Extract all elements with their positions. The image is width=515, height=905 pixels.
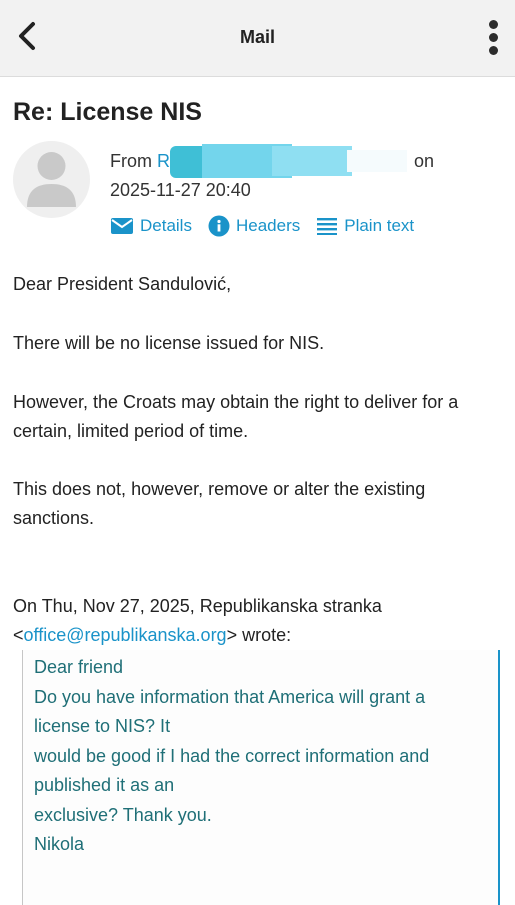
sender-email-link[interactable]: office@republikanska.org: [24, 625, 227, 645]
app-title: Mail: [239, 27, 275, 47]
greeting: Dear President Sandulović,: [13, 274, 232, 294]
redaction-mark: [170, 144, 407, 178]
quoted-line: exclusive? Thank you.: [34, 804, 212, 825]
quoted-text: Dear friend Do you have information that…: [34, 653, 489, 860]
lines-icon: [317, 218, 338, 235]
quote-attribution-line: On Thu, Nov 27, 2025, Republikanska stra…: [13, 596, 382, 616]
quote-attribution: On Thu, Nov 27, 2025, Republikanska stra…: [13, 592, 503, 650]
info-icon: [208, 215, 230, 237]
message-subject: Re: License NIS: [13, 98, 202, 126]
kebab-dot: [488, 45, 498, 55]
details-button[interactable]: Details: [110, 216, 192, 236]
sender-avatar[interactable]: [13, 141, 90, 218]
headers-label: Headers: [235, 216, 301, 235]
quoted-line: Dear friend: [34, 657, 124, 677]
person-icon: [27, 152, 76, 207]
details-label: Details: [140, 216, 192, 235]
message-actions: Details Headers Plain text: [110, 213, 430, 239]
kebab-dot: [488, 32, 498, 42]
kebab-dot: [488, 19, 498, 29]
plain-text-button[interactable]: Plain text: [316, 216, 414, 236]
overflow-menu-button[interactable]: [483, 16, 503, 58]
quoted-line: Nikola: [34, 834, 85, 854]
quoted-line: Do you have information that America wil…: [34, 686, 426, 707]
quoted-message: Dear friend Do you have information that…: [22, 650, 500, 905]
body-paragraph-3: This does not, however, remove or alter …: [13, 479, 426, 528]
message-date: 2025-11-27 20:40: [110, 180, 251, 200]
envelope-icon: [111, 218, 133, 234]
quoted-line: published it as an: [34, 775, 175, 795]
plain-text-label: Plain text: [344, 216, 415, 235]
headers-button[interactable]: Headers: [208, 215, 300, 237]
open-bracket: <: [13, 625, 24, 645]
app-bar: Mail: [0, 0, 515, 77]
quote-attribution-email-line: <office@republikanska.org> wrote:: [13, 621, 503, 650]
body-paragraph-2: However, the Croats may obtain the right…: [13, 392, 459, 441]
on-label: on: [414, 151, 435, 171]
wrote-label: > wrote:: [226, 625, 292, 645]
from-label: From: [110, 151, 152, 171]
body-paragraph-1: There will be no license issued for NIS.: [13, 333, 325, 353]
quoted-line: license to NIS? It: [34, 716, 171, 736]
from-line: From R: [110, 151, 170, 172]
quoted-line: would be good if I had the correct infor…: [34, 745, 430, 766]
